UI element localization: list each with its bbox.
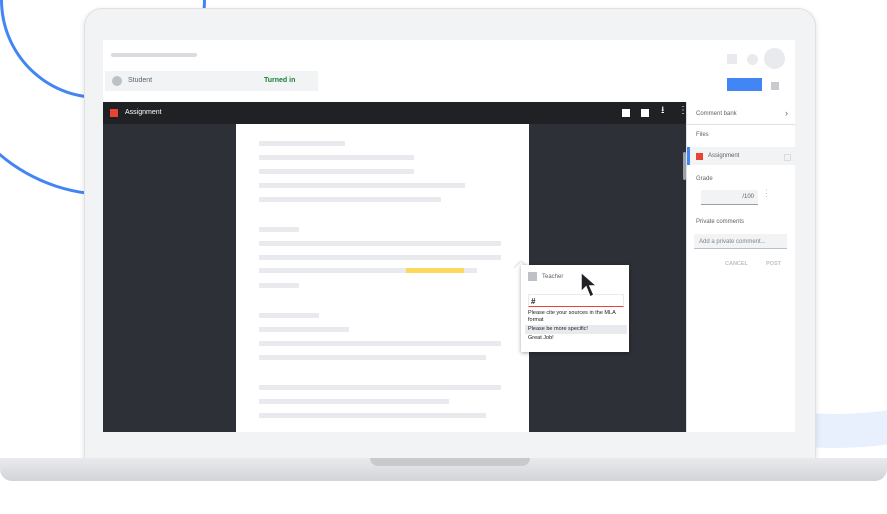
comment-author: Teacher — [542, 274, 564, 280]
assignment-file-icon — [110, 109, 118, 117]
laptop-notch — [370, 458, 530, 466]
highlighted-text[interactable] — [406, 268, 464, 273]
assignment-file-icon — [696, 153, 703, 160]
text-line — [259, 355, 486, 360]
post-button[interactable]: POST — [766, 261, 781, 267]
grade-more-icon[interactable]: ⋮ — [762, 188, 771, 199]
chevron-right-icon[interactable]: › — [785, 108, 788, 118]
comment-bank-row[interactable]: Comment bank › — [687, 102, 795, 125]
text-line — [259, 399, 449, 404]
viewer-toolbar: Assignment ⭳ ⋮ — [103, 102, 688, 124]
header-icon[interactable] — [727, 54, 737, 64]
header-dot-icon[interactable] — [747, 54, 758, 65]
file-item-assignment[interactable]: Assignment — [687, 147, 795, 165]
page-title-placeholder — [111, 53, 197, 57]
private-comments-label: Private comments — [696, 219, 745, 225]
comment-bank-label: Comment bank — [696, 111, 737, 117]
text-line — [259, 141, 345, 146]
suggestion-item-selected[interactable]: Please be more specific! — [525, 325, 627, 334]
return-button[interactable] — [727, 78, 762, 91]
viewer-title: Assignment — [125, 109, 162, 116]
comment-popup: Teacher # Please cite your sources in th… — [521, 265, 629, 352]
text-line — [259, 341, 501, 346]
file-open-icon[interactable] — [784, 154, 791, 161]
grade-total: /100 — [742, 194, 754, 200]
text-line — [259, 413, 486, 418]
status-badge: Turned in — [264, 77, 296, 84]
suggestion-item[interactable]: Great Job! — [525, 334, 627, 343]
text-line — [259, 197, 441, 202]
text-line — [259, 255, 501, 260]
file-name: Assignment — [708, 153, 740, 159]
text-line — [259, 241, 501, 246]
download-icon[interactable]: ⭳ — [661, 106, 665, 116]
student-name: Student — [128, 77, 153, 84]
private-comment-input[interactable]: Add a private comment... — [694, 234, 787, 249]
grading-panel: Comment bank › Files Assignment Grade /1… — [686, 102, 795, 432]
teacher-avatar — [528, 272, 537, 281]
mouse-pointer-icon — [580, 270, 599, 299]
account-avatar[interactable] — [764, 48, 785, 69]
comment-bank-suggestions: Please cite your sources in the MLA form… — [525, 309, 627, 343]
text-line — [259, 283, 299, 288]
suggestion-item[interactable]: Please cite your sources in the MLA form… — [525, 309, 627, 325]
comment-input[interactable]: # — [528, 294, 624, 307]
open-new-window-icon[interactable] — [622, 109, 630, 117]
cancel-button[interactable]: CANCEL — [725, 261, 748, 267]
document-page[interactable] — [236, 124, 529, 432]
text-line — [259, 183, 465, 188]
grade-input[interactable]: /100 — [701, 190, 758, 205]
grade-label: Grade — [696, 176, 713, 182]
student-row[interactable]: Student Turned in — [105, 71, 318, 91]
text-line — [259, 169, 414, 174]
files-label: Files — [696, 132, 709, 138]
app-screen: Student Turned in Assignment ⭳ ⋮ Teacher… — [103, 40, 795, 432]
text-line — [259, 227, 299, 232]
comment-icon[interactable] — [641, 109, 649, 117]
text-line — [259, 385, 501, 390]
text-line — [259, 327, 349, 332]
header-menu-icon[interactable] — [771, 82, 779, 90]
student-avatar — [112, 76, 122, 86]
text-line — [259, 155, 414, 160]
text-line — [259, 313, 319, 318]
